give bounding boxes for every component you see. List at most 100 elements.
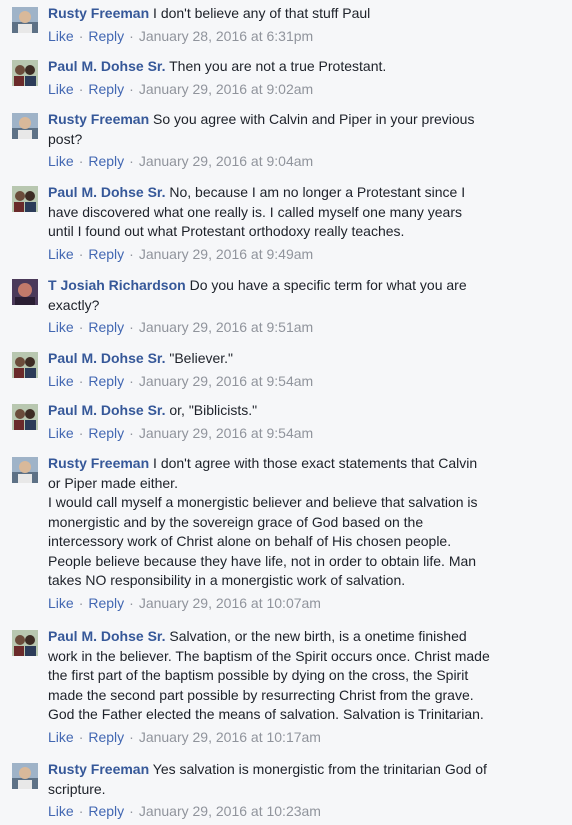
- separator-dot: ·: [129, 319, 134, 335]
- reply-link[interactable]: Reply: [88, 803, 124, 819]
- like-link[interactable]: Like: [48, 81, 74, 97]
- comment-actions: Like · Reply · January 29, 2016 at 10:17am: [48, 727, 553, 747]
- comment-text-block: Rusty Freeman I don't believe any of tha…: [48, 4, 553, 24]
- comment-text: I don't agree with those exact statement…: [48, 455, 478, 588]
- comment-text: I don't believe any of that stuff Paul: [153, 5, 371, 21]
- rusty-avatar[interactable]: [12, 7, 38, 33]
- separator-dot: ·: [129, 245, 134, 262]
- comment-body: Paul M. Dohse Sr. Salvation, or the new …: [48, 627, 553, 747]
- separator-dot: ·: [129, 80, 134, 97]
- separator-dot: ·: [78, 728, 84, 745]
- separator-dot: ·: [78, 245, 84, 262]
- reply-link[interactable]: Reply: [88, 595, 124, 611]
- comment-text-block: Paul M. Dohse Sr. Salvation, or the new …: [48, 627, 553, 725]
- separator-dot: ·: [129, 27, 134, 44]
- comment-actions: Like · Reply · January 29, 2016 at 10:07am: [48, 593, 553, 613]
- comment-timestamp-link[interactable]: January 29, 2016 at 10:23am: [139, 803, 321, 819]
- comment-timestamp-link[interactable]: January 29, 2016 at 10:07am: [139, 595, 321, 611]
- separator-dot: ·: [78, 424, 84, 441]
- comment-text-block: Rusty Freeman So you agree with Calvin a…: [48, 110, 553, 149]
- comment-text-block: Paul M. Dohse Sr. Then you are not a tru…: [48, 57, 553, 77]
- comment-timestamp-link[interactable]: January 29, 2016 at 9:54am: [139, 373, 313, 389]
- comment-timestamp-link[interactable]: January 29, 2016 at 9:04am: [139, 153, 313, 169]
- comment-text-block: Rusty Freeman Yes salvation is monergist…: [48, 760, 553, 799]
- separator-dot: ·: [129, 372, 134, 389]
- comment-actions: Like · Reply · January 28, 2016 at 6:31pm: [48, 26, 553, 46]
- comment-author-link[interactable]: Rusty Freeman: [48, 111, 149, 127]
- comment-author-link[interactable]: T Josiah Richardson: [48, 277, 186, 293]
- comment-actions: Like · Reply · January 29, 2016 at 9:54am: [48, 371, 553, 391]
- separator-dot: ·: [78, 319, 84, 335]
- comment-timestamp-link[interactable]: January 29, 2016 at 9:54am: [139, 425, 313, 441]
- reply-link[interactable]: Reply: [88, 153, 124, 169]
- comment-timestamp-link[interactable]: January 29, 2016 at 9:02am: [139, 81, 313, 97]
- like-link[interactable]: Like: [48, 425, 74, 441]
- comment-author-link[interactable]: Paul M. Dohse Sr.: [48, 402, 165, 418]
- comment-timestamp-link[interactable]: January 29, 2016 at 10:17am: [139, 729, 321, 745]
- comment-text-block: Paul M. Dohse Sr. "Believer.": [48, 349, 553, 369]
- comment-actions: Like · Reply · January 29, 2016 at 9:51am: [48, 317, 553, 337]
- comment-actions: Like · Reply · January 29, 2016 at 9:54am: [48, 423, 553, 443]
- comment-author-link[interactable]: Paul M. Dohse Sr.: [48, 628, 165, 644]
- rusty-avatar[interactable]: [12, 763, 38, 789]
- comment-actions: Like · Reply · January 29, 2016 at 9:04am: [48, 151, 553, 171]
- reply-link[interactable]: Reply: [88, 319, 124, 335]
- comment-text: Then you are not a true Protestant.: [169, 58, 387, 74]
- comment-body: T Josiah Richardson Do you have a specif…: [48, 276, 553, 337]
- comment-author-link[interactable]: Paul M. Dohse Sr.: [48, 184, 165, 200]
- like-link[interactable]: Like: [48, 729, 74, 745]
- reply-link[interactable]: Reply: [88, 729, 124, 745]
- separator-dot: ·: [129, 728, 134, 745]
- reply-link[interactable]: Reply: [88, 28, 124, 44]
- rusty-avatar[interactable]: [12, 113, 38, 139]
- like-link[interactable]: Like: [48, 28, 74, 44]
- comment-body: Rusty Freeman So you agree with Calvin a…: [48, 110, 553, 171]
- comment-author-link[interactable]: Paul M. Dohse Sr.: [48, 58, 165, 74]
- comment-body: Rusty Freeman I don't agree with those e…: [48, 454, 553, 613]
- comment-text-block: Paul M. Dohse Sr. No, because I am no lo…: [48, 183, 553, 242]
- like-link[interactable]: Like: [48, 803, 74, 819]
- comment-timestamp-link[interactable]: January 28, 2016 at 6:31pm: [139, 28, 313, 44]
- paul-avatar[interactable]: [12, 60, 38, 86]
- comment-author-link[interactable]: Rusty Freeman: [48, 761, 149, 777]
- separator-dot: ·: [78, 372, 84, 389]
- like-link[interactable]: Like: [48, 319, 74, 335]
- comment-author-link[interactable]: Paul M. Dohse Sr.: [48, 350, 165, 366]
- comment-text: "Believer.": [169, 350, 234, 366]
- comment-timestamp-link[interactable]: January 29, 2016 at 9:49am: [139, 246, 313, 262]
- paul-avatar[interactable]: [12, 404, 38, 430]
- separator-dot: ·: [129, 803, 134, 819]
- comment-author-link[interactable]: Rusty Freeman: [48, 5, 149, 21]
- paul-avatar[interactable]: [12, 352, 38, 378]
- separator-dot: ·: [78, 153, 84, 169]
- comment-timestamp-link[interactable]: January 29, 2016 at 9:51am: [139, 319, 313, 335]
- like-link[interactable]: Like: [48, 595, 74, 611]
- rusty-avatar[interactable]: [12, 457, 38, 483]
- comment-text-block: Paul M. Dohse Sr. or, "Biblicists.": [48, 401, 553, 421]
- like-link[interactable]: Like: [48, 373, 74, 389]
- separator-dot: ·: [129, 153, 134, 169]
- comment-body: Rusty Freeman I don't believe any of tha…: [48, 4, 553, 46]
- separator-dot: ·: [78, 594, 84, 611]
- like-link[interactable]: Like: [48, 246, 74, 262]
- paul-avatar[interactable]: [12, 630, 38, 656]
- comment-text-block: Rusty Freeman I don't agree with those e…: [48, 454, 553, 591]
- reply-link[interactable]: Reply: [88, 81, 124, 97]
- comment-body: Rusty Freeman Yes salvation is monergist…: [48, 760, 553, 821]
- reply-link[interactable]: Reply: [88, 373, 124, 389]
- josiah-avatar[interactable]: [12, 279, 38, 305]
- comment-body: Paul M. Dohse Sr. or, "Biblicists." Like ·…: [48, 401, 553, 443]
- comment-body: Paul M. Dohse Sr. "Believer." Like · Reply ·…: [48, 349, 553, 391]
- paul-avatar[interactable]: [12, 186, 38, 212]
- comment-author-link[interactable]: Rusty Freeman: [48, 455, 149, 471]
- comment-body: Paul M. Dohse Sr. No, because I am no lo…: [48, 183, 553, 264]
- reply-link[interactable]: Reply: [88, 425, 124, 441]
- like-link[interactable]: Like: [48, 153, 74, 169]
- separator-dot: ·: [78, 803, 84, 819]
- comment-text: or, "Biblicists.": [169, 402, 258, 418]
- comment-actions: Like · Reply · January 29, 2016 at 10:23am: [48, 801, 553, 821]
- separator-dot: ·: [78, 27, 84, 44]
- separator-dot: ·: [129, 594, 134, 611]
- comment-body: Paul M. Dohse Sr. Then you are not a tru…: [48, 57, 553, 99]
- reply-link[interactable]: Reply: [88, 246, 124, 262]
